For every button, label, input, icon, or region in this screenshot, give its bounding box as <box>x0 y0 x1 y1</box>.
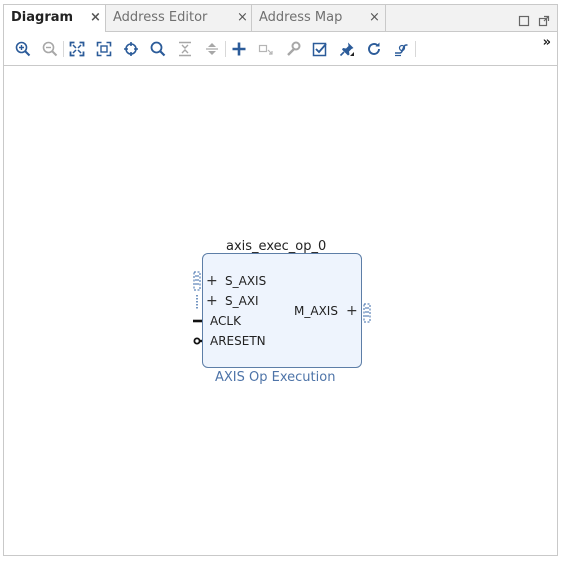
search-icon[interactable] <box>148 39 168 59</box>
tab-address-editor-close-icon[interactable]: × <box>237 5 248 31</box>
block-ip-name: AXIS Op Execution <box>215 370 336 385</box>
toolbar-overflow-icon[interactable]: » <box>543 35 551 50</box>
collapse-all-icon[interactable] <box>175 39 195 59</box>
float-icon[interactable] <box>538 12 550 27</box>
ip-block[interactable]: + S_AXIS + S_AXI ACLK ARESETN M_AXIS + <box>202 253 362 368</box>
toolbar-divider <box>63 41 64 57</box>
port-aclk[interactable]: ACLK <box>210 314 241 328</box>
optimize-routing-icon[interactable] <box>391 39 411 59</box>
diagram-panel: Diagram × Address Editor × Address Map × <box>3 4 558 556</box>
tab-address-editor-label: Address Editor <box>113 10 208 25</box>
m-axis-bus-icon[interactable] <box>363 303 371 323</box>
tab-address-map-close-icon[interactable]: × <box>369 5 380 31</box>
expand-plus-icon[interactable]: + <box>206 274 218 288</box>
diagram-toolbar: » <box>4 32 557 66</box>
add-ip-icon[interactable] <box>229 39 249 59</box>
pin-icon[interactable] <box>337 39 357 59</box>
port-s-axis[interactable]: S_AXIS <box>225 274 266 288</box>
diagram-canvas[interactable]: axis_exec_op_0 + S_AXIS + S_AXI ACLK ARE… <box>4 66 557 555</box>
tab-diagram-label: Diagram <box>11 10 74 25</box>
zoom-in-icon[interactable] <box>13 39 33 59</box>
zoom-selection-icon[interactable] <box>94 39 114 59</box>
customize-icon[interactable] <box>283 39 303 59</box>
port-m-axis[interactable]: M_AXIS <box>294 304 338 318</box>
block-instance-name: axis_exec_op_0 <box>226 239 327 254</box>
make-connection-icon[interactable] <box>256 39 276 59</box>
tab-address-map-label: Address Map <box>259 10 343 25</box>
tab-bar: Diagram × Address Editor × Address Map × <box>4 5 557 32</box>
regenerate-layout-icon[interactable] <box>364 39 384 59</box>
toolbar-divider <box>225 41 226 57</box>
tab-address-editor[interactable]: Address Editor × <box>106 5 252 31</box>
validate-design-icon[interactable] <box>310 39 330 59</box>
port-aresetn[interactable]: ARESETN <box>210 334 266 348</box>
maximize-icon[interactable] <box>518 12 530 27</box>
s-axis-bus-icon[interactable] <box>193 271 201 291</box>
expand-all-icon[interactable] <box>202 39 222 59</box>
zoom-fit-icon[interactable] <box>67 39 87 59</box>
toolbar-divider <box>415 41 416 57</box>
tab-diagram-close-icon[interactable]: × <box>90 5 101 31</box>
zoom-out-icon[interactable] <box>40 39 60 59</box>
port-s-axi[interactable]: S_AXI <box>225 294 259 308</box>
tab-diagram[interactable]: Diagram × <box>4 5 106 32</box>
expand-plus-icon[interactable]: + <box>346 304 358 318</box>
tab-address-map[interactable]: Address Map × <box>252 5 386 31</box>
auto-connect-icon[interactable] <box>121 39 141 59</box>
expand-plus-icon[interactable]: + <box>206 294 218 308</box>
s-axi-bus-icon[interactable] <box>193 295 201 309</box>
